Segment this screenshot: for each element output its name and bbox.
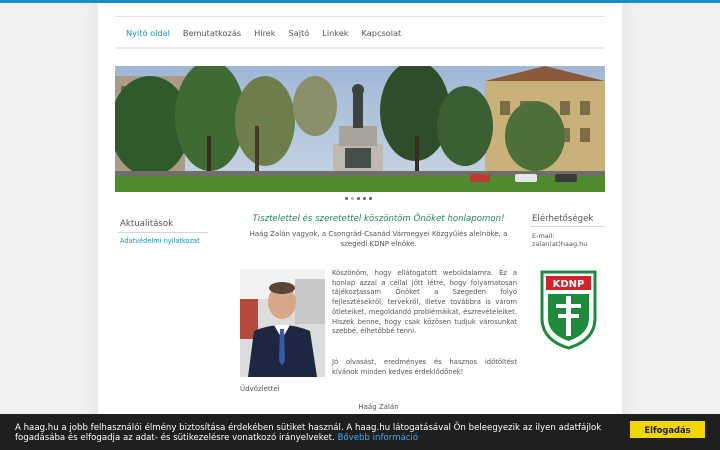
cookie-accept-button[interactable]: Elfogadás (630, 421, 705, 438)
wishes-paragraph: Jó olvasást, eredményes és hasznos időtö… (332, 358, 517, 376)
contacts-section-divider (530, 226, 605, 227)
main-nav: Nyitó oldal Bemutatkozás Hírek Sajtó Lin… (126, 28, 414, 38)
kdnp-logo-text: KDNP (553, 279, 585, 290)
nav-item-home[interactable]: Nyitó oldal (126, 28, 170, 38)
slider-dot-4[interactable] (363, 197, 366, 200)
kdnp-logo: KDNP (540, 270, 597, 350)
portrait-photo (240, 269, 325, 377)
portrait-image (240, 269, 325, 377)
welcome-heading: Tisztelettel és szeretettel köszöntöm Ön… (252, 214, 505, 224)
nav-item-links[interactable]: Linkek (322, 28, 348, 38)
nav-item-about[interactable]: Bemutatkozás (183, 28, 241, 38)
cookie-message: A haag.hu a jobb felhasználói élmény biz… (15, 423, 615, 443)
news-section-divider (118, 232, 208, 233)
slider-dot-5[interactable] (369, 197, 372, 200)
email-label: E-mail: (532, 232, 555, 240)
nav-item-contact[interactable]: Kapcsolat (362, 28, 402, 38)
nav-divider-top (115, 16, 605, 17)
cookie-message-text: A haag.hu a jobb felhasználói élmény biz… (15, 423, 602, 443)
email-address: zalan(at)haag.hu (532, 240, 588, 248)
hero-banner-image (115, 66, 605, 192)
cookie-more-info-link[interactable]: Bővebb információ (338, 433, 419, 443)
cookie-consent-bar: A haag.hu a jobb felhasználói élmény biz… (0, 414, 720, 450)
nav-item-press[interactable]: Sajtó (289, 28, 310, 38)
welcome-paragraph: Köszönöm, hogy ellátogatott weboldalamra… (332, 269, 517, 336)
intro-text: Haág Zalán vagyok, a Csongrád-Csanád Vár… (249, 230, 508, 248)
park-statue-photo (115, 66, 605, 192)
signature-text: Haág Zalán (358, 403, 399, 411)
slider-dot-2[interactable] (351, 197, 354, 200)
news-section-title: Aktualitások (120, 219, 174, 229)
privacy-statement-link[interactable]: Adatvédelmi nyilatkozat (120, 237, 200, 245)
nav-item-news[interactable]: Hírek (254, 28, 275, 38)
contacts-section-title: Elérhetőségek (532, 214, 594, 224)
slider-dot-1[interactable] (345, 197, 348, 200)
slider-dot-3[interactable] (357, 197, 360, 200)
greeting-text: Üdvözlettel (240, 385, 280, 393)
nav-divider-bottom (115, 47, 605, 49)
slider-dots (345, 197, 372, 200)
